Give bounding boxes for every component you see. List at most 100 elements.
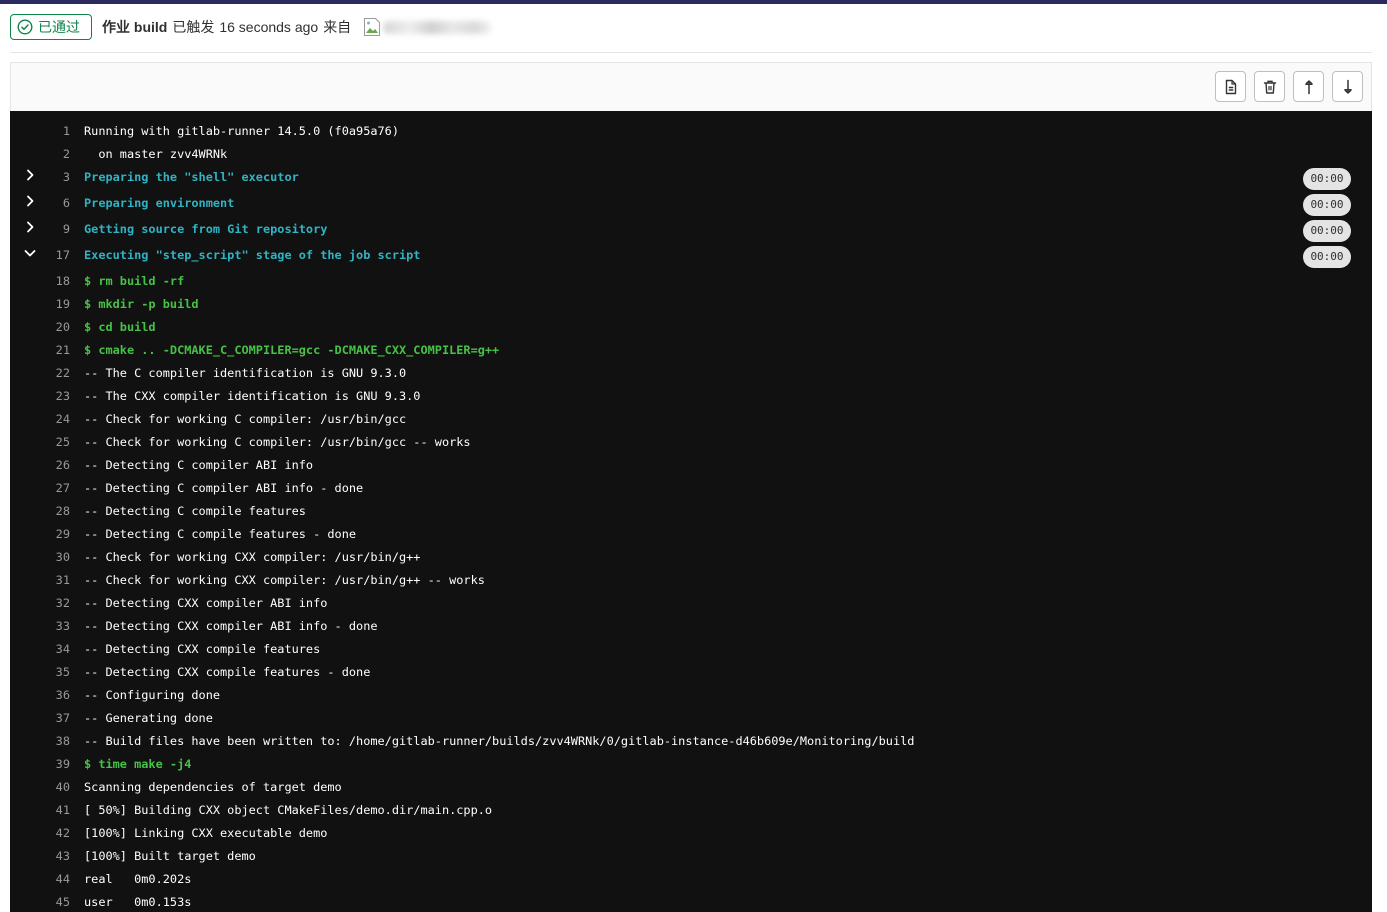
- line-number[interactable]: 40: [10, 776, 70, 799]
- line-number[interactable]: 43: [10, 845, 70, 868]
- log-line: 32 -- Detecting CXX compiler ABI info: [10, 592, 1372, 615]
- chevron-down-icon[interactable]: [24, 247, 36, 259]
- log-line-command: 18 $ rm build -rf: [10, 270, 1372, 293]
- chevron-right-icon[interactable]: [24, 221, 36, 233]
- log-line-command: 39 $ time make -j4: [10, 753, 1372, 776]
- line-text: user 0m0.153s: [84, 895, 192, 909]
- log-line: 23 -- The CXX compiler identification is …: [10, 385, 1372, 408]
- line-number[interactable]: 28: [10, 500, 70, 523]
- section-header-step-script[interactable]: 17 Executing "step_script" stage of the …: [10, 244, 1372, 270]
- job-log: 1 Running with gitlab-runner 14.5.0 (f0a9…: [10, 111, 1372, 912]
- line-number[interactable]: 42: [10, 822, 70, 845]
- log-line: 25 -- Check for working C compiler: /usr/…: [10, 431, 1372, 454]
- log-line: 37 -- Generating done: [10, 707, 1372, 730]
- line-number[interactable]: 24: [10, 408, 70, 431]
- section-header-prepare-executor[interactable]: 3 Preparing the "shell" executor 00:00: [10, 166, 1372, 192]
- status-label: 已通过: [38, 19, 80, 35]
- status-badge: 已通过: [10, 14, 92, 40]
- job-header: 已通过 作业 build 已触发 16 seconds ago 来自: [10, 14, 492, 40]
- section-duration-badge: 00:00: [1303, 168, 1351, 190]
- line-number[interactable]: 25: [10, 431, 70, 454]
- line-text: real 0m0.202s: [84, 872, 192, 886]
- log-line: 28 -- Detecting C compile features: [10, 500, 1372, 523]
- scroll-to-top-button[interactable]: [1293, 71, 1324, 102]
- line-number[interactable]: 20: [10, 316, 70, 339]
- line-text: -- Detecting C compile features: [84, 504, 306, 518]
- header-divider: [10, 52, 1372, 53]
- line-number[interactable]: 2: [10, 143, 70, 166]
- chevron-right-icon[interactable]: [24, 195, 36, 207]
- broken-image-icon: [364, 18, 381, 36]
- line-text: -- Detecting CXX compile features - done: [84, 665, 371, 679]
- log-line: 41 [ 50%] Building CXX object CMakeFiles/…: [10, 799, 1372, 822]
- log-line: 24 -- Check for working C compiler: /usr/…: [10, 408, 1372, 431]
- line-text: [ 50%] Building CXX object CMakeFiles/de…: [84, 803, 493, 817]
- line-text: on master zvv4WRNk: [84, 147, 228, 161]
- chevron-right-icon[interactable]: [24, 169, 36, 181]
- line-text: -- Detecting CXX compile features: [84, 642, 321, 656]
- line-number[interactable]: 41: [10, 799, 70, 822]
- line-text: -- Configuring done: [84, 688, 221, 702]
- line-number[interactable]: 23: [10, 385, 70, 408]
- line-number[interactable]: 33: [10, 615, 70, 638]
- log-line: 26 -- Detecting C compiler ABI info: [10, 454, 1372, 477]
- line-number[interactable]: 22: [10, 362, 70, 385]
- line-number[interactable]: 36: [10, 684, 70, 707]
- line-number[interactable]: 3: [10, 166, 70, 192]
- line-number[interactable]: 34: [10, 638, 70, 661]
- line-number[interactable]: 1: [10, 120, 70, 143]
- author-avatar[interactable]: [363, 17, 381, 37]
- scroll-down-icon: [1343, 79, 1352, 94]
- scroll-to-bottom-button[interactable]: [1332, 71, 1363, 102]
- log-line: 38 -- Build files have been written to: /…: [10, 730, 1372, 753]
- line-text: -- Detecting CXX compiler ABI info: [84, 596, 328, 610]
- line-number[interactable]: 38: [10, 730, 70, 753]
- section-title: Preparing the "shell" executor: [84, 170, 299, 184]
- line-number[interactable]: 21: [10, 339, 70, 362]
- line-number[interactable]: 9: [10, 218, 70, 244]
- log-line: 40 Scanning dependencies of target demo: [10, 776, 1372, 799]
- section-duration-badge: 00:00: [1303, 194, 1351, 216]
- line-number[interactable]: 27: [10, 477, 70, 500]
- log-line: 43 [100%] Built target demo: [10, 845, 1372, 868]
- author-name-link[interactable]: [383, 20, 492, 34]
- line-number[interactable]: 44: [10, 868, 70, 891]
- line-number[interactable]: 30: [10, 546, 70, 569]
- log-line: 33 -- Detecting CXX compiler ABI info - d…: [10, 615, 1372, 638]
- log-line: 45 user 0m0.153s: [10, 891, 1372, 912]
- line-text: Scanning dependencies of target demo: [84, 780, 342, 794]
- line-text: -- Detecting CXX compiler ABI info - don…: [84, 619, 378, 633]
- line-number[interactable]: 31: [10, 569, 70, 592]
- log-line: 44 real 0m0.202s: [10, 868, 1372, 891]
- line-number[interactable]: 26: [10, 454, 70, 477]
- line-text: -- Detecting C compiler ABI info: [84, 458, 314, 472]
- section-header-get-sources[interactable]: 9 Getting source from Git repository 00:…: [10, 218, 1372, 244]
- line-text: -- Build files have been written to: /ho…: [84, 734, 915, 748]
- job-log-toolbar: [10, 62, 1372, 111]
- line-number[interactable]: 37: [10, 707, 70, 730]
- log-line: 35 -- Detecting CXX compile features - do…: [10, 661, 1372, 684]
- line-number[interactable]: 19: [10, 293, 70, 316]
- line-text: -- The CXX compiler identification is GN…: [84, 389, 421, 403]
- trash-icon: [1263, 80, 1276, 94]
- log-line: 30 -- Check for working CXX compiler: /us…: [10, 546, 1372, 569]
- section-title: Preparing environment: [84, 196, 235, 210]
- section-header-prepare-environment[interactable]: 6 Preparing environment 00:00: [10, 192, 1372, 218]
- section-title: Executing "step_script" stage of the job…: [84, 248, 421, 262]
- line-text: $ cmake .. -DCMAKE_C_COMPILER=gcc -DCMAK…: [84, 343, 500, 357]
- line-text: -- Check for working CXX compiler: /usr/…: [84, 550, 421, 564]
- line-number[interactable]: 39: [10, 753, 70, 776]
- erase-log-button[interactable]: [1254, 71, 1285, 102]
- line-number[interactable]: 35: [10, 661, 70, 684]
- log-line: 31 -- Check for working CXX compiler: /us…: [10, 569, 1372, 592]
- job-info: 作业 build 已触发 16 seconds ago 来自: [102, 17, 492, 37]
- line-text: $ mkdir -p build: [84, 297, 199, 311]
- line-number[interactable]: 6: [10, 192, 70, 218]
- line-number[interactable]: 17: [10, 244, 70, 270]
- line-number[interactable]: 32: [10, 592, 70, 615]
- line-number[interactable]: 45: [10, 891, 70, 912]
- line-number[interactable]: 29: [10, 523, 70, 546]
- line-text: -- Check for working CXX compiler: /usr/…: [84, 573, 485, 587]
- line-number[interactable]: 18: [10, 270, 70, 293]
- show-raw-button[interactable]: [1215, 71, 1246, 102]
